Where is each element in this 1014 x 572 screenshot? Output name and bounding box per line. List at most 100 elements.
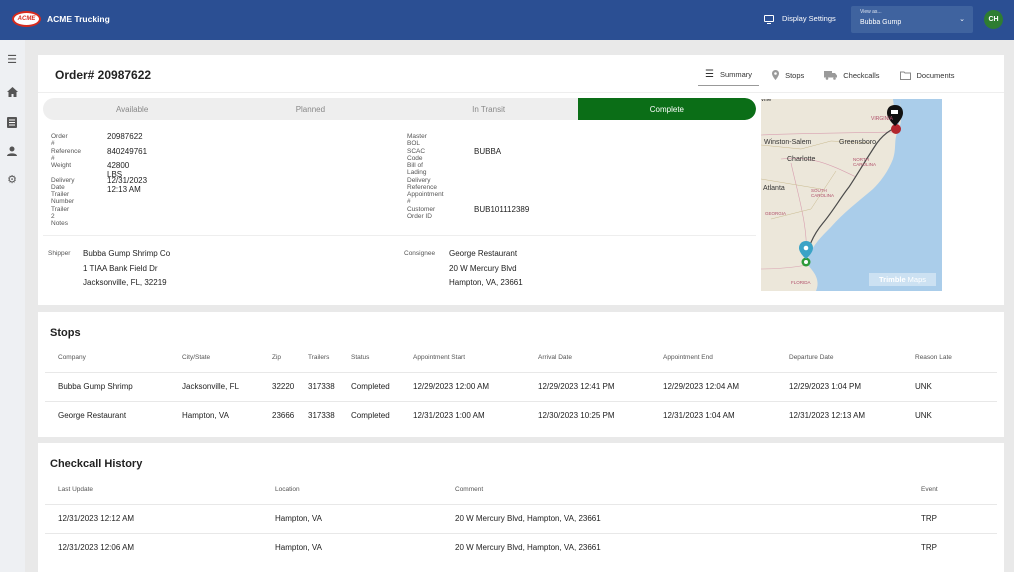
map-label-atlanta: Atlanta	[763, 185, 785, 192]
cell-comment: 20 W Mercury Blvd, Hampton, VA, 23661	[442, 503, 908, 533]
display-settings-button[interactable]: Display Settings	[764, 14, 836, 24]
trimble-brand: Trimble	[878, 275, 906, 284]
cell-event: TRP	[908, 503, 997, 533]
cell-location: Hampton, VA	[262, 503, 442, 533]
cell-appointment-start: 12/29/2023 12:00 AM	[400, 371, 525, 401]
user-icon[interactable]	[6, 145, 18, 157]
status-available: Available	[115, 104, 149, 114]
view-as-select[interactable]: View as... Bubba Gump ⌄	[851, 6, 973, 33]
stops-card: Stops Company City/State Zip Trailers St…	[38, 312, 1004, 437]
home-icon[interactable]	[6, 86, 18, 98]
field-label: Weight	[51, 162, 72, 169]
pin-icon	[772, 70, 780, 80]
trimble-maps-suffix: Maps	[907, 275, 927, 284]
col-company[interactable]: Company	[45, 343, 169, 372]
cell-arrival-date: 12/29/2023 12:41 PM	[525, 371, 650, 401]
status-in-transit: In Transit	[472, 104, 506, 114]
table-row[interactable]: Bubba Gump Shrimp Jacksonville, FL 32220…	[45, 371, 997, 401]
col-zip[interactable]: Zip	[259, 343, 295, 372]
table-row[interactable]: 12/31/2023 12:06 AM Hampton, VA 20 W Mer…	[45, 532, 997, 562]
tab-stops-label: Stops	[785, 70, 805, 80]
cell-status: Completed	[338, 400, 400, 430]
col-event[interactable]: Event	[908, 475, 997, 504]
col-reason-late[interactable]: Reason Late	[902, 343, 997, 372]
cell-comment: 20 W Mercury Blvd, Hampton, VA, 23661	[442, 532, 908, 562]
shipper-city: Jacksonville, FL, 32219	[83, 278, 167, 287]
cell-last-update: 12/31/2023 12:06 AM	[45, 532, 262, 562]
route-map[interactable]: ville VIRGINIA Winston-Salem Greensboro …	[761, 99, 942, 291]
field-label: Trailer 2	[51, 205, 70, 220]
cell-location: Hampton, VA	[262, 532, 442, 562]
table-row[interactable]: 12/31/2023 12:12 AM Hampton, VA 20 W Mer…	[45, 503, 997, 533]
cell-trailers: 317338	[295, 400, 338, 430]
cell-appointment-end: 12/29/2023 12:04 AM	[650, 371, 776, 401]
view-as-label: View as...	[860, 9, 882, 15]
monitor-icon	[764, 15, 774, 24]
cell-zip: 32220	[259, 371, 295, 401]
field-value: 20987622	[107, 132, 143, 141]
tab-summary[interactable]: ☰ Summary	[698, 64, 760, 86]
field-label: Delivery Reference	[407, 176, 437, 191]
map-label-north-carolina: NORTH CAROLINA	[853, 157, 877, 167]
field-label: Customer Order ID	[407, 205, 436, 220]
stops-table: Company City/State Zip Trailers Status A…	[45, 343, 997, 430]
map-label-charlotte: Charlotte	[787, 156, 816, 163]
cell-appointment-start: 12/31/2023 1:00 AM	[400, 400, 525, 430]
consignee-city: Hampton, VA, 23661	[449, 278, 523, 287]
cell-event: TRP	[908, 532, 997, 562]
col-status[interactable]: Status	[338, 343, 400, 372]
field-value: 840249761	[107, 146, 148, 156]
shipper-address: 1 TIAA Bank Field Dr	[83, 264, 158, 273]
gear-icon[interactable]: ⚙	[6, 174, 18, 186]
status-progress: Available Planned In Transit Complete	[43, 98, 756, 120]
checkcall-title: Checkcall History	[50, 458, 143, 470]
field-label: Master BOL	[407, 133, 427, 147]
cell-zip: 23666	[259, 400, 295, 430]
col-last-update[interactable]: Last Update	[45, 475, 262, 504]
cell-company: Bubba Gump Shrimp	[45, 371, 169, 401]
field-label: Trailer Number	[51, 191, 75, 205]
col-departure-date[interactable]: Departure Date	[776, 343, 902, 372]
acme-logo[interactable]: ACME	[12, 11, 41, 27]
field-value: 12/31/2023 12:13 AM	[107, 175, 148, 194]
field-value: BUBBA	[474, 146, 502, 156]
tab-documents[interactable]: Documents	[893, 64, 962, 86]
checkcall-header-row: Last Update Location Comment Event	[45, 475, 997, 504]
cell-reason-late: UNK	[902, 371, 997, 401]
cell-arrival-date: 12/30/2023 10:25 PM	[525, 400, 650, 430]
col-city-state[interactable]: City/State	[169, 343, 259, 372]
cell-appointment-end: 12/31/2023 1:04 AM	[650, 400, 776, 430]
col-location[interactable]: Location	[262, 475, 442, 504]
map-label-ville: ville	[761, 99, 772, 103]
shipper-label: Shipper	[48, 250, 71, 257]
col-arrival-date[interactable]: Arrival Date	[525, 343, 650, 372]
stops-title: Stops	[50, 327, 81, 339]
order-summary-card: Order# 20987622 ☰ Summary Stops Checkcal…	[38, 55, 1004, 305]
table-row[interactable]: George Restaurant Hampton, VA 23666 3173…	[45, 400, 997, 430]
col-comment[interactable]: Comment	[442, 475, 908, 504]
field-label: SCAC Code	[407, 147, 426, 162]
tab-documents-label: Documents	[916, 70, 955, 80]
truck-icon	[824, 70, 838, 80]
field-label: Order #	[51, 133, 68, 147]
cell-last-update: 12/31/2023 12:12 AM	[45, 503, 262, 533]
avatar[interactable]: CH	[984, 10, 1003, 29]
field-value: BUB101112389	[474, 204, 530, 214]
header-divider	[38, 92, 1004, 93]
map-label-greensboro: Greensboro	[839, 139, 876, 146]
col-appointment-start[interactable]: Appointment Start	[400, 343, 525, 372]
field-label: Notes	[51, 220, 68, 227]
map-label-florida: FLORIDA	[791, 280, 811, 285]
cell-status: Completed	[338, 371, 400, 401]
logo-text: ACME	[17, 16, 36, 22]
tab-stops[interactable]: Stops	[765, 64, 811, 86]
field-label: Delivery Date	[51, 176, 75, 191]
list-icon[interactable]	[6, 116, 18, 128]
menu-icon[interactable]: ☰	[6, 54, 18, 66]
col-appointment-end[interactable]: Appointment End	[650, 343, 776, 372]
shipper-name: Bubba Gump Shrimp Co	[83, 249, 171, 258]
col-trailers[interactable]: Trailers	[295, 343, 338, 372]
status-complete: Complete	[577, 98, 756, 120]
tab-checkcalls[interactable]: Checkcalls	[817, 64, 886, 86]
stops-header-row: Company City/State Zip Trailers Status A…	[45, 343, 997, 372]
